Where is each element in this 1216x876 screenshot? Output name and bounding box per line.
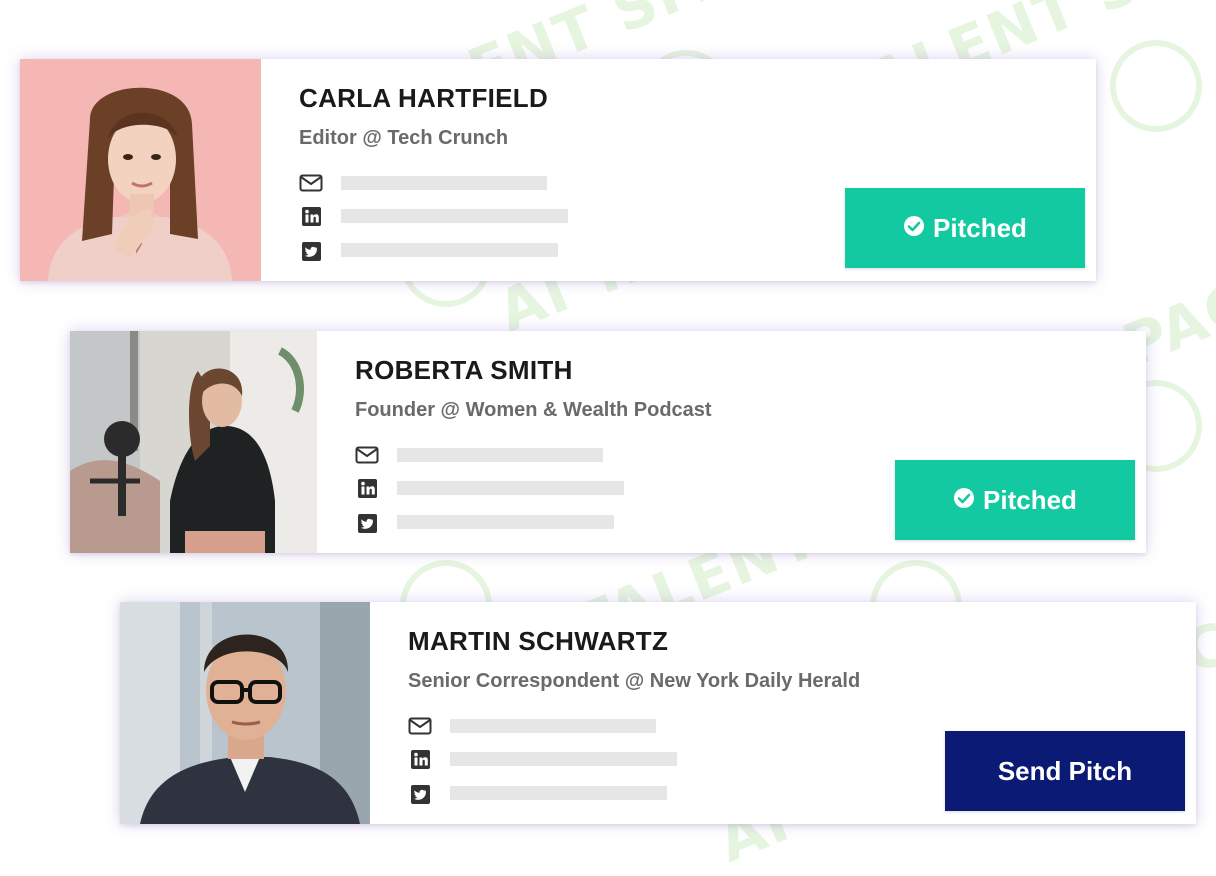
journalist-card: ROBERTA SMITH Founder @ Women & Wealth P… [70,331,1146,553]
profile-photo [70,331,317,553]
watermark-logo-icon [1110,40,1202,132]
linkedin-placeholder [450,752,677,766]
journalist-role: Founder @ Women & Wealth Podcast [355,399,712,421]
twitter-placeholder [450,786,667,800]
journalist-name: ROBERTA SMITH [355,355,573,385]
envelope-icon [355,444,379,466]
profile-photo [120,602,370,824]
journalist-role: Editor @ Tech Crunch [299,127,509,149]
check-circle-icon [953,485,975,516]
email-row [299,172,323,194]
linkedin-placeholder [341,209,568,223]
email-placeholder [450,719,656,733]
card-info: CARLA HARTFIELD Editor @ Tech Crunch Pit… [261,59,1096,281]
check-circle-icon [903,213,925,244]
journalist-card: CARLA HARTFIELD Editor @ Tech Crunch Pit… [20,59,1096,281]
twitter-icon [355,512,379,534]
twitter-row [299,240,323,262]
linkedin-row [408,748,432,770]
twitter-row [408,783,432,805]
linkedin-row [355,477,379,499]
envelope-icon [299,172,323,194]
profile-photo [20,59,261,281]
email-placeholder [341,176,547,190]
twitter-icon [299,240,323,262]
linkedin-icon [355,477,379,499]
twitter-icon [408,783,432,805]
twitter-placeholder [341,243,558,257]
send-pitch-button[interactable]: Send Pitch [945,731,1185,811]
linkedin-placeholder [397,481,624,495]
twitter-placeholder [397,515,614,529]
email-placeholder [397,448,603,462]
linkedin-row [299,205,323,227]
linkedin-icon [408,748,432,770]
card-info: MARTIN SCHWARTZ Senior Correspondent @ N… [370,602,1196,824]
journalist-card: MARTIN SCHWARTZ Senior Correspondent @ N… [120,602,1196,824]
pitched-button[interactable]: Pitched [895,460,1135,540]
card-info: ROBERTA SMITH Founder @ Women & Wealth P… [317,331,1146,553]
linkedin-icon [299,205,323,227]
button-label: Pitched [983,484,1077,515]
envelope-icon [408,715,432,737]
email-row [355,444,379,466]
pitched-button[interactable]: Pitched [845,188,1085,268]
journalist-name: MARTIN SCHWARTZ [408,626,669,656]
twitter-row [355,512,379,534]
button-label: Pitched [933,212,1027,243]
journalist-name: CARLA HARTFIELD [299,83,549,113]
journalist-role: Senior Correspondent @ New York Daily He… [408,670,861,692]
button-label: Send Pitch [997,755,1133,786]
email-row [408,715,432,737]
